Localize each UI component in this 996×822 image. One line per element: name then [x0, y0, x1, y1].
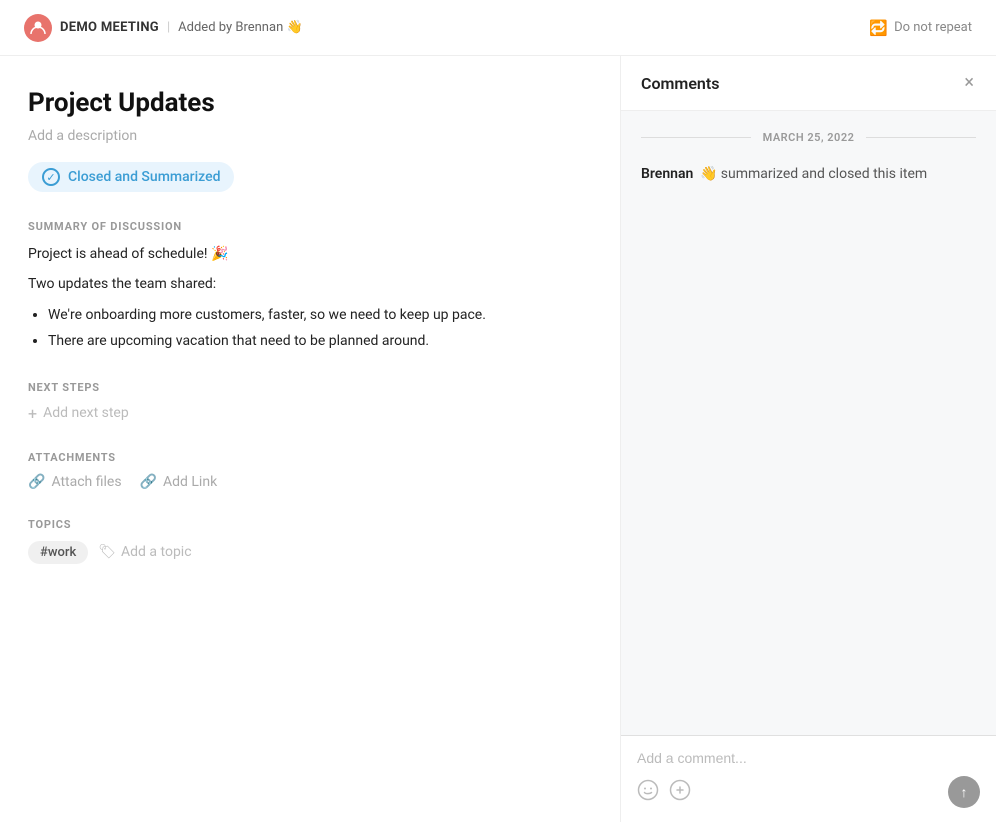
comments-header: Comments ×: [621, 56, 996, 111]
top-bar: DEMO MEETING | Added by Brennan 👋 🔁 Do n…: [0, 0, 996, 56]
attach-files-button[interactable]: 🔗 Attach files: [28, 474, 122, 490]
top-bar-right[interactable]: 🔁 Do not repeat: [869, 19, 972, 37]
added-by: Added by Brennan 👋: [178, 20, 303, 35]
comment-item: Brennan 👋 summarized and closed this ite…: [641, 164, 976, 185]
emoji-button[interactable]: [637, 779, 659, 806]
attachments-row: 🔗 Attach files 🔗 Add Link: [28, 474, 592, 490]
next-steps-label: NEXT STEPS: [28, 381, 592, 394]
footer-icons-left: [637, 779, 691, 806]
send-icon: ↑: [961, 784, 968, 801]
tag-icon: 🏷: [98, 544, 116, 560]
repeat-icon: 🔁: [869, 19, 888, 37]
comment-input[interactable]: [637, 750, 980, 766]
status-badge-label: Closed and Summarized: [68, 169, 220, 185]
check-icon: ✓: [42, 168, 60, 186]
attach-files-label: Attach files: [51, 474, 121, 490]
plus-icon: +: [28, 404, 37, 423]
comment-input-row: [637, 750, 980, 766]
comments-title: Comments: [641, 74, 719, 93]
comments-panel: Comments × MARCH 25, 2022 Brennan 👋 summ…: [621, 56, 996, 822]
topics-label: TOPICS: [28, 518, 592, 531]
top-bar-left: DEMO MEETING | Added by Brennan 👋: [24, 14, 303, 42]
repeat-label: Do not repeat: [894, 20, 972, 35]
comment-text: summarized and closed this item: [721, 164, 927, 185]
attachment-button[interactable]: [669, 779, 691, 806]
date-divider: MARCH 25, 2022: [641, 131, 976, 144]
add-next-step-button[interactable]: + Add next step: [28, 404, 592, 423]
attachments-section: ATTACHMENTS 🔗 Attach files 🔗 Add Link: [28, 451, 592, 490]
comments-footer: ↑: [621, 735, 996, 822]
comments-body: MARCH 25, 2022 Brennan 👋 summarized and …: [621, 111, 996, 735]
add-link-label: Add Link: [163, 474, 217, 490]
close-button[interactable]: ×: [962, 72, 976, 94]
link-icon: 🔗: [140, 474, 157, 490]
add-topic-label: Add a topic: [121, 544, 192, 560]
summary-section: SUMMARY OF DISCUSSION Project is ahead o…: [28, 220, 592, 353]
topics-section: TOPICS #work 🏷 Add a topic: [28, 518, 592, 564]
meeting-title: DEMO MEETING: [60, 20, 159, 35]
summary-line2: Two updates the team shared:: [28, 273, 592, 295]
add-topic-button[interactable]: 🏷 Add a topic: [98, 544, 191, 560]
next-steps-section: NEXT STEPS + Add next step: [28, 381, 592, 423]
comment-author: Brennan: [641, 164, 693, 185]
attach-icon: 🔗: [28, 474, 45, 490]
comment-emoji: 👋: [700, 164, 717, 185]
footer-icons: ↑: [637, 776, 980, 808]
summary-bullet2: There are upcoming vacation that need to…: [48, 330, 592, 352]
summary-line1: Project is ahead of schedule! 🎉: [28, 243, 592, 265]
summary-bullet1: We're onboarding more customers, faster,…: [48, 304, 592, 326]
description-placeholder[interactable]: Add a description: [28, 128, 592, 144]
left-panel: Project Updates Add a description ✓ Clos…: [0, 56, 621, 822]
separator: |: [167, 20, 170, 35]
topics-row: #work 🏷 Add a topic: [28, 541, 592, 564]
topic-tag-work[interactable]: #work: [28, 541, 88, 564]
send-button[interactable]: ↑: [948, 776, 980, 808]
summary-label: SUMMARY OF DISCUSSION: [28, 220, 592, 233]
attachments-label: ATTACHMENTS: [28, 451, 592, 464]
date-label: MARCH 25, 2022: [763, 131, 855, 144]
add-next-step-label: Add next step: [43, 405, 129, 421]
status-badge[interactable]: ✓ Closed and Summarized: [28, 162, 234, 192]
add-link-button[interactable]: 🔗 Add Link: [140, 474, 218, 490]
summary-text: Project is ahead of schedule! 🎉 Two upda…: [28, 243, 592, 353]
main-layout: Project Updates Add a description ✓ Clos…: [0, 56, 996, 822]
avatar: [24, 14, 52, 42]
page-title: Project Updates: [28, 88, 592, 118]
